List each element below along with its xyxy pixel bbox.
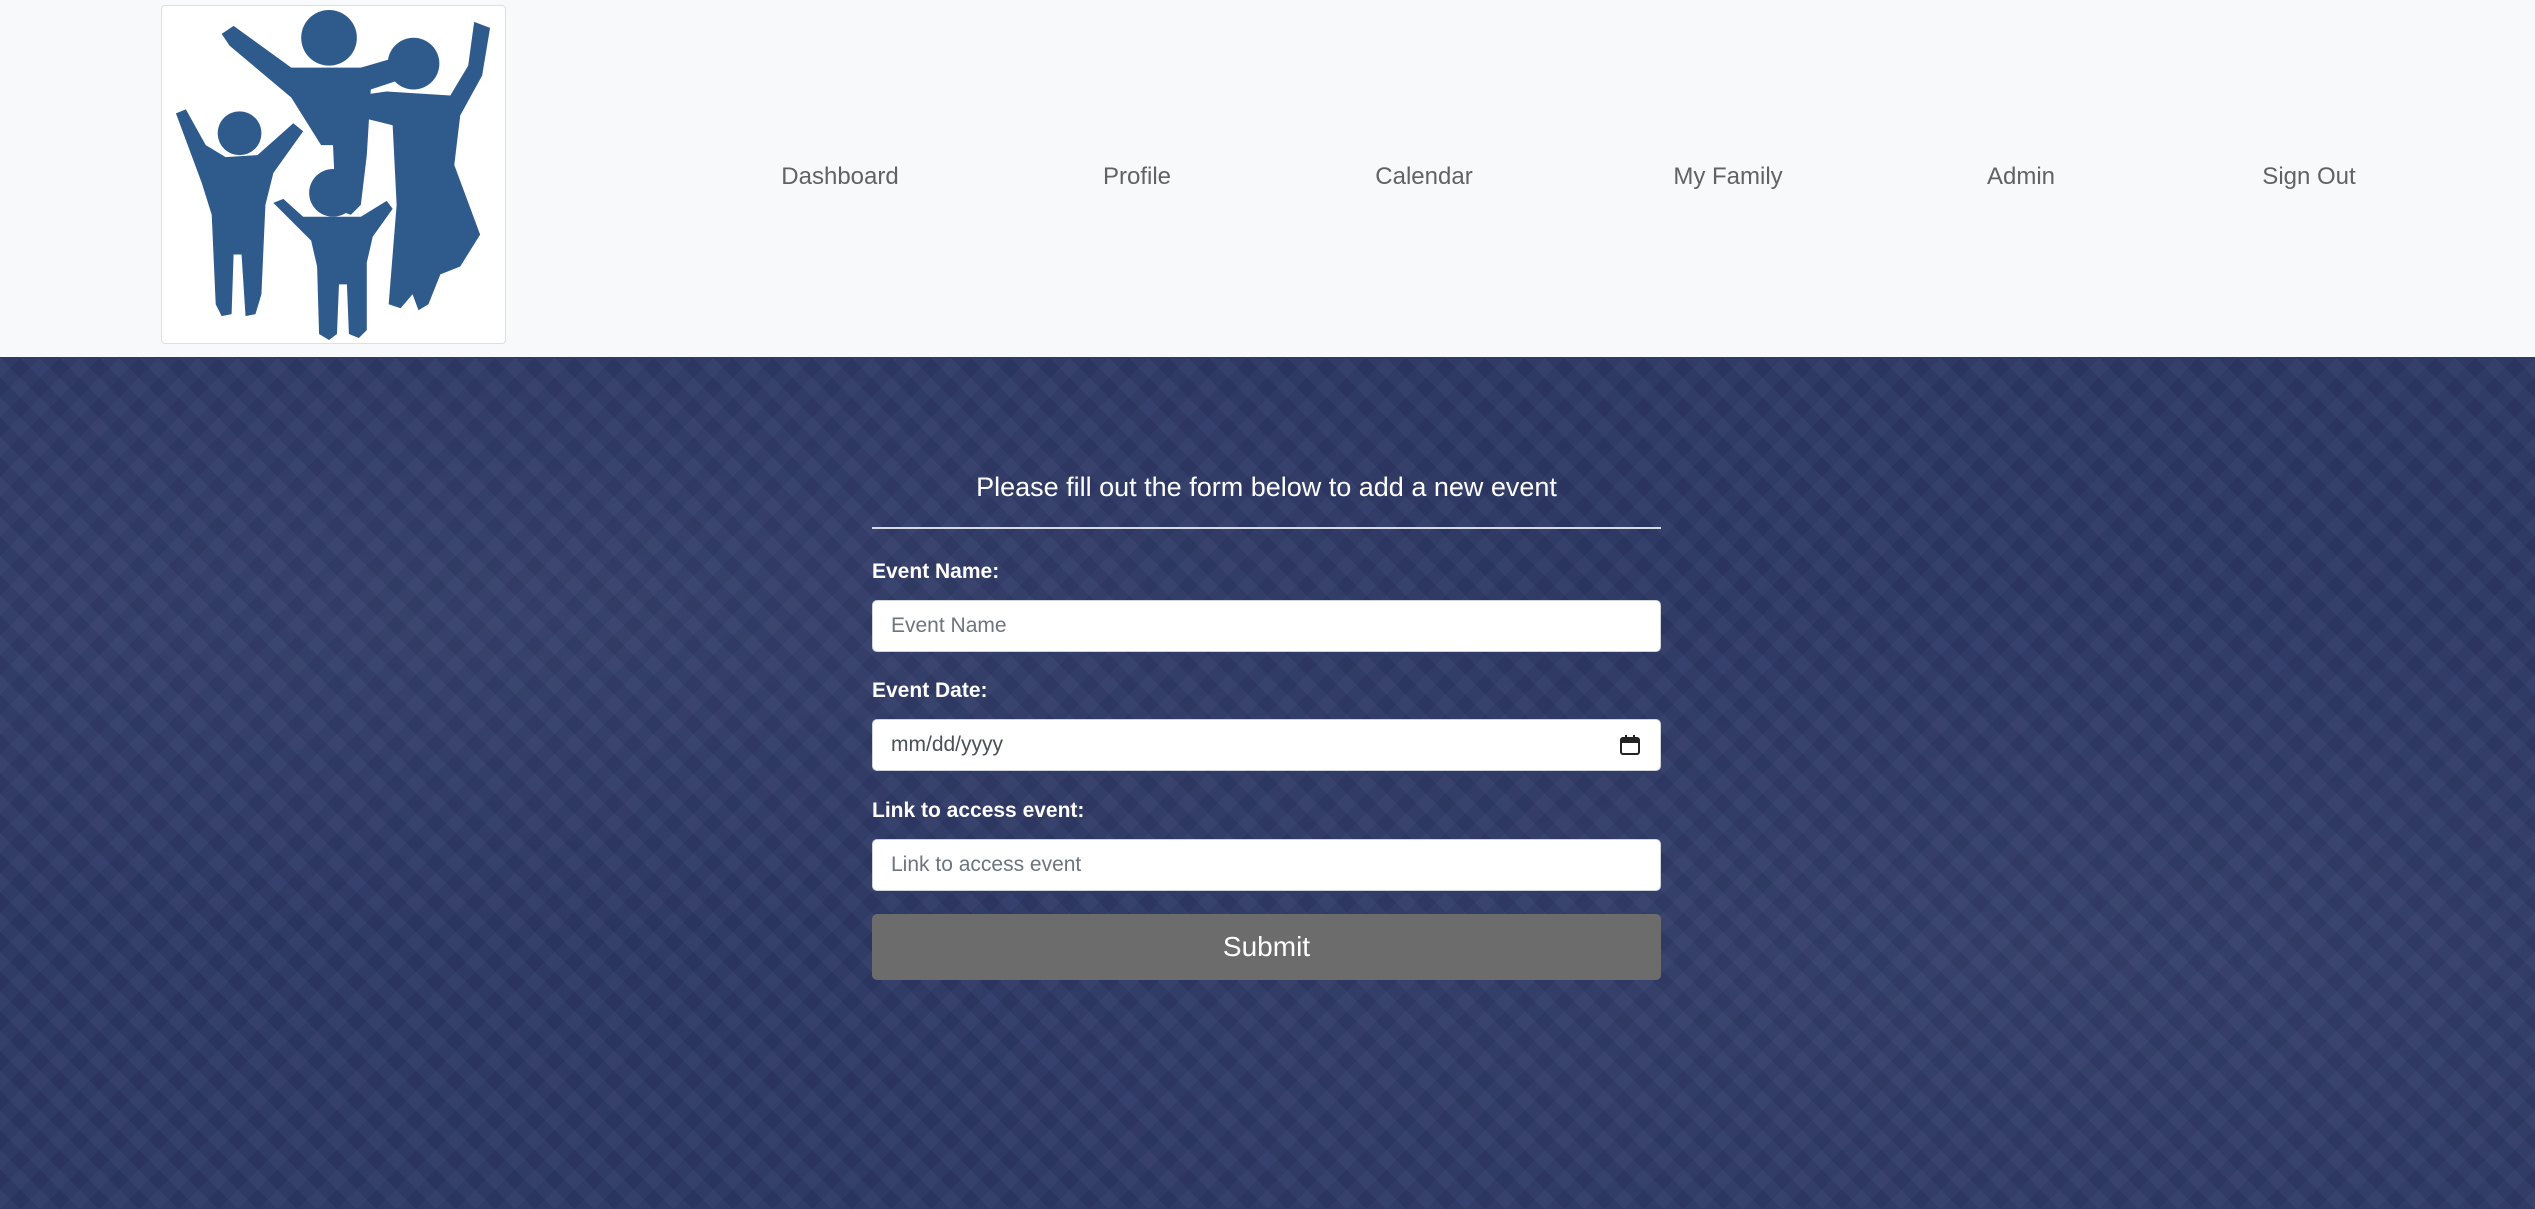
form-title: Please fill out the form below to add a … [976, 472, 1557, 502]
event-link-label: Link to access event: [872, 799, 1085, 822]
add-event-form: Please fill out the form below to add a … [872, 467, 1661, 980]
family-logo-icon [175, 9, 491, 341]
nav-dashboard[interactable]: Dashboard [781, 162, 898, 192]
main-content: Please fill out the form below to add a … [0, 357, 2535, 1209]
nav-my-family[interactable]: My Family [1673, 162, 1782, 192]
event-date-placeholder: mm/dd/yyyy [891, 733, 1004, 756]
form-divider [872, 527, 1661, 529]
event-link-input[interactable]: Link to access event [872, 839, 1661, 891]
nav-calendar[interactable]: Calendar [1375, 162, 1472, 192]
nav-sign-out[interactable]: Sign Out [2262, 162, 2355, 192]
event-name-input[interactable]: Event Name [872, 600, 1661, 652]
event-link-placeholder: Link to access event [891, 853, 1082, 876]
nav-admin[interactable]: Admin [1987, 162, 2055, 192]
submit-button[interactable]: Submit [872, 914, 1661, 980]
event-name-label: Event Name: [872, 560, 1000, 583]
event-name-placeholder: Event Name [891, 614, 1007, 637]
family-logo[interactable] [161, 5, 506, 344]
nav-profile[interactable]: Profile [1103, 162, 1171, 192]
event-date-input[interactable]: mm/dd/yyyy [872, 719, 1661, 771]
event-date-label: Event Date: [872, 679, 988, 702]
top-navbar: Dashboard Profile Calendar My Family Adm… [0, 0, 2535, 357]
calendar-icon[interactable] [1618, 733, 1642, 757]
